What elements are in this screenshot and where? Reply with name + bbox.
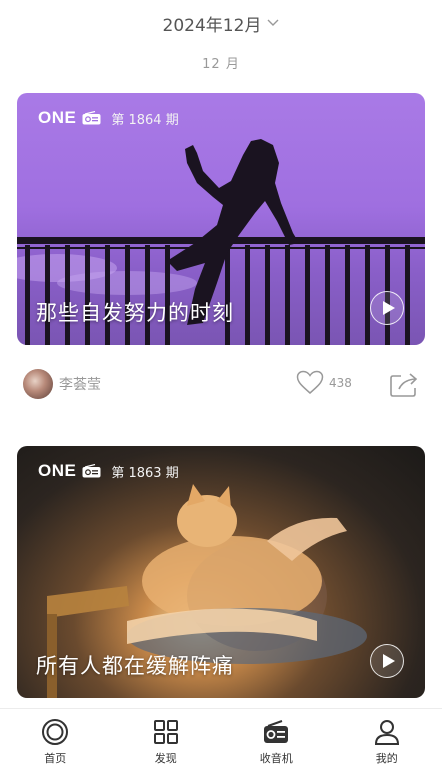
heart-icon <box>296 370 324 394</box>
radio-icon <box>264 720 289 743</box>
tab-label: 发现 <box>154 752 177 765</box>
brand-name: ONE <box>38 461 77 480</box>
tab-discover[interactable]: 发现 <box>111 709 222 769</box>
like-button[interactable]: 438 <box>296 370 352 395</box>
play-icon <box>382 654 395 668</box>
tab-me[interactable]: 我的 <box>332 709 442 769</box>
share-icon[interactable] <box>389 370 419 398</box>
tab-radio[interactable]: 收音机 <box>221 709 332 769</box>
issue-number: 第 1863 期 <box>111 465 179 481</box>
tab-label: 我的 <box>375 752 398 765</box>
month-selector[interactable]: 2024年12月 <box>0 10 442 36</box>
like-count: 438 <box>329 375 352 390</box>
card-title: 所有人都在缓解阵痛 <box>36 654 234 678</box>
author-row: 李荟莹 438 <box>17 368 425 400</box>
play-icon <box>382 301 395 315</box>
brand-name: ONE <box>38 108 77 127</box>
author-name[interactable]: 李荟莹 <box>59 374 101 394</box>
radio-icon <box>82 111 101 125</box>
home-icon <box>42 719 69 745</box>
grid-icon <box>153 720 178 744</box>
chevron-down-icon <box>267 19 279 26</box>
month-selector-label: 2024年12月 <box>162 15 262 36</box>
section-month-label: 12 月 <box>202 57 240 72</box>
avatar[interactable] <box>23 369 53 399</box>
tab-label: 首页 <box>44 752 67 765</box>
bottom-tab-bar: 首页 发现 收音机 我的 <box>0 708 442 769</box>
radio-card[interactable]: ONE 第 1863 期 所有人都在缓解阵痛 <box>17 446 425 698</box>
person-icon <box>374 720 399 745</box>
brand-logo: ONE 第 1863 期 <box>38 461 179 481</box>
card-title: 那些自发努力的时刻 <box>36 301 234 325</box>
radio-icon <box>82 464 101 478</box>
radio-card[interactable]: ONE 第 1864 期 那些自发努力的时刻 <box>17 93 425 345</box>
play-button[interactable] <box>370 291 404 325</box>
tab-home[interactable]: 首页 <box>0 709 111 769</box>
issue-number: 第 1864 期 <box>111 112 179 128</box>
tab-label: 收音机 <box>259 752 293 765</box>
play-button[interactable] <box>370 644 404 678</box>
brand-logo: ONE 第 1864 期 <box>38 108 179 128</box>
